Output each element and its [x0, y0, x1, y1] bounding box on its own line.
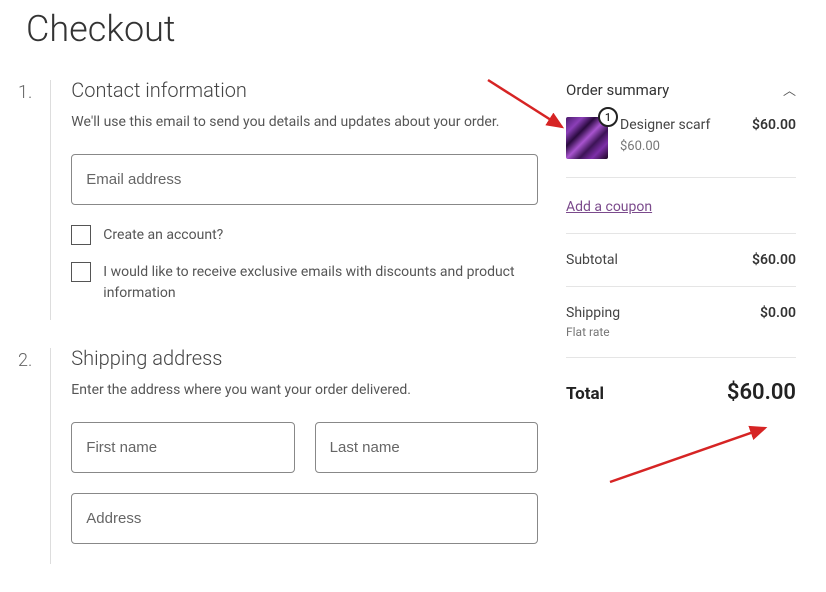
shipping-step: 2. Shipping address Enter the address wh…: [18, 348, 538, 564]
shipping-value: $0.00: [760, 305, 796, 339]
total-label: Total: [566, 384, 604, 404]
create-account-checkbox[interactable]: [71, 225, 91, 245]
order-summary: Order summary ︿ 1 Designer scarf $60.00 …: [566, 80, 796, 592]
chevron-up-icon: ︿: [783, 80, 796, 99]
subtotal-row: Subtotal $60.00: [566, 234, 796, 287]
address-field[interactable]: [71, 493, 538, 544]
contact-description: We'll use this email to send you details…: [71, 114, 538, 130]
subtotal-label: Subtotal: [566, 252, 618, 268]
quantity-badge: 1: [598, 107, 618, 127]
add-coupon-link[interactable]: Add a coupon: [566, 199, 652, 215]
subscribe-checkbox[interactable]: [71, 262, 91, 282]
total-row: Total $60.00: [566, 358, 796, 415]
product-thumbnail: 1: [566, 117, 608, 159]
contact-step: 1. Contact information We'll use this em…: [18, 80, 538, 320]
summary-title: Order summary: [566, 81, 669, 99]
shipping-description: Enter the address where you want your or…: [71, 382, 538, 398]
shipping-label: Shipping: [566, 305, 620, 321]
checkout-form: 1. Contact information We'll use this em…: [18, 80, 538, 592]
shipping-method: Flat rate: [566, 325, 620, 339]
shipping-row: Shipping Flat rate $0.00: [566, 287, 796, 358]
subtotal-value: $60.00: [752, 252, 796, 268]
cart-line-item: 1 Designer scarf $60.00 $60.00: [566, 113, 796, 178]
step-number-2: 2.: [18, 348, 32, 564]
contact-heading: Contact information: [51, 78, 538, 102]
item-unit-price: $60.00: [620, 139, 740, 154]
summary-toggle[interactable]: Order summary ︿: [566, 80, 796, 113]
last-name-field[interactable]: [315, 422, 538, 473]
item-name: Designer scarf: [620, 117, 740, 133]
shipping-heading: Shipping address: [51, 346, 538, 370]
first-name-field[interactable]: [71, 422, 294, 473]
email-field[interactable]: [71, 154, 538, 205]
create-account-label: Create an account?: [103, 225, 223, 246]
total-value: $60.00: [727, 380, 796, 405]
item-line-total: $60.00: [752, 117, 796, 133]
step-number-1: 1.: [18, 80, 32, 320]
subscribe-label: I would like to receive exclusive emails…: [103, 262, 538, 304]
page-title: Checkout: [0, 0, 826, 50]
